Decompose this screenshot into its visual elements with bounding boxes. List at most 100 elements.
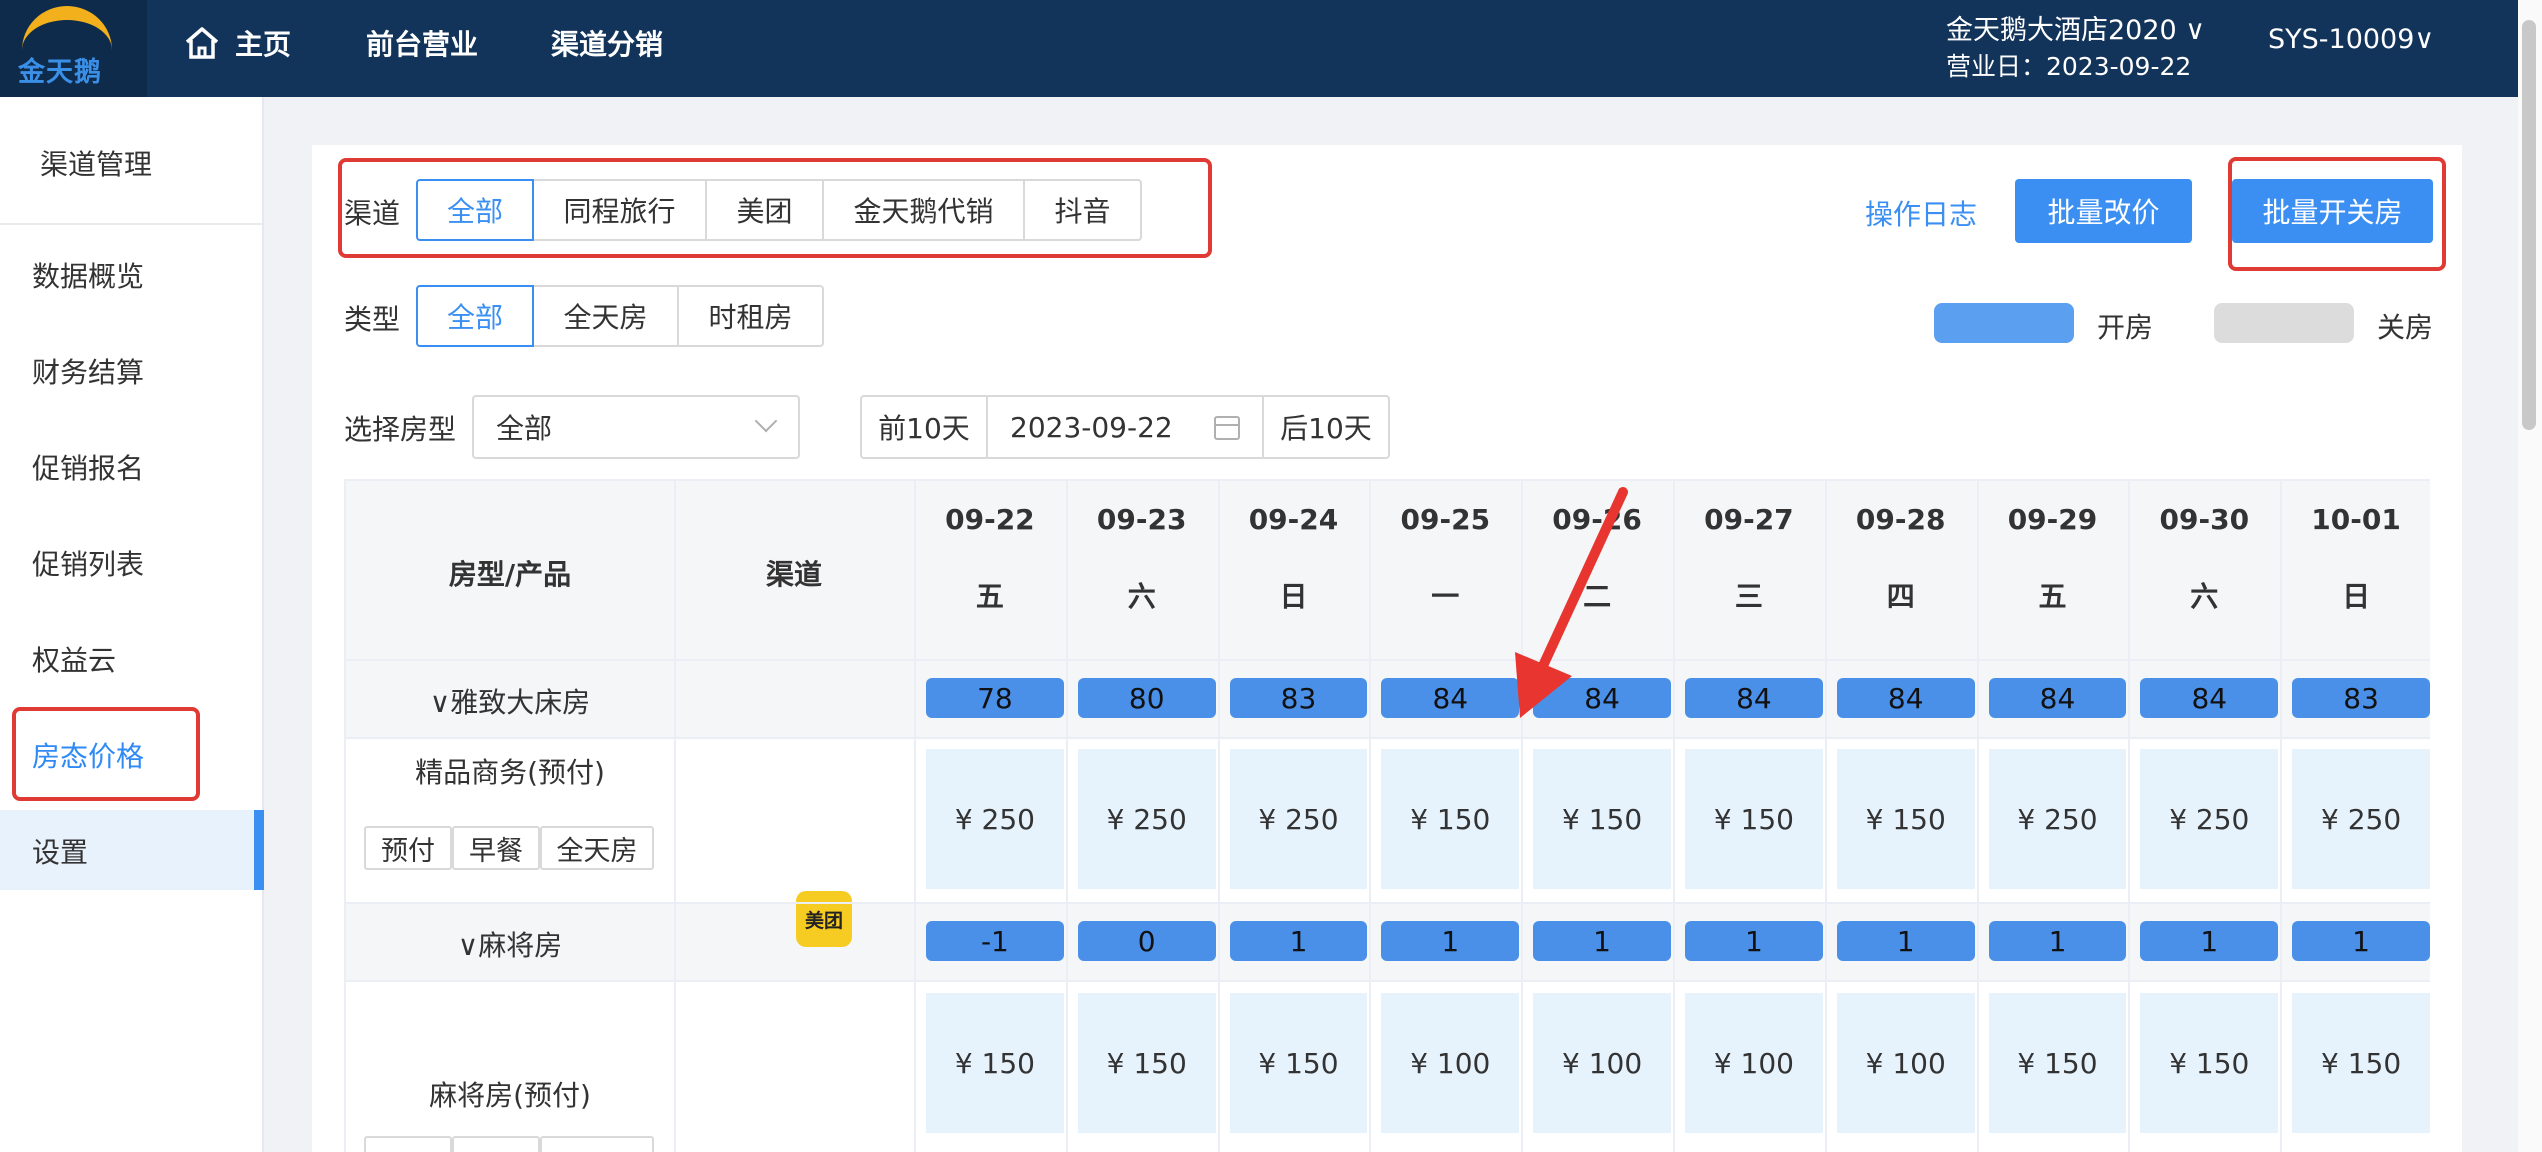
sidebar-item-finance[interactable]: 财务结算	[32, 351, 144, 391]
price-cell[interactable]: ¥ 250	[926, 749, 1064, 889]
date-picker[interactable]: 2023-09-22	[986, 395, 1264, 459]
legend-open-label: 开房	[2097, 311, 2154, 344]
scrollbar-thumb[interactable]	[2522, 20, 2536, 430]
table-grid-line	[346, 902, 2430, 904]
type-option-hourly[interactable]: 时租房	[677, 285, 824, 347]
inventory-pill[interactable]: 1	[1229, 921, 1368, 961]
user-menu[interactable]: SYS-10009∨	[2268, 24, 2434, 55]
inventory-pill[interactable]: 1	[1533, 921, 1671, 961]
header-date: 09-28	[1855, 503, 1946, 536]
sidebar-item-settings[interactable]: 设置	[32, 831, 88, 871]
page-scrollbar[interactable]	[2518, 0, 2542, 1152]
tongcheng-logo: 同程旅行	[686, 1142, 892, 1152]
sidebar-item-promo-list[interactable]: 促销列表	[32, 543, 144, 583]
price-cell[interactable]: ¥ 100	[1381, 993, 1520, 1133]
room-type-select[interactable]: 全部	[472, 395, 800, 459]
brand-name: 金天鹅	[18, 57, 102, 88]
price-cell[interactable]: ¥ 100	[1685, 993, 1823, 1133]
channel-option-meituan[interactable]: 美团	[705, 179, 824, 241]
header-channel: 渠道	[765, 558, 822, 591]
inventory-pill[interactable]: 1	[1685, 921, 1823, 961]
room-group-mahjong[interactable]: ∨麻将房	[346, 924, 674, 964]
header-date: 09-25	[1400, 503, 1491, 536]
price-cell[interactable]: ¥ 150	[1533, 749, 1671, 889]
price-cell[interactable]: ¥ 250	[1229, 749, 1368, 889]
header-weekday: 五	[2038, 580, 2067, 613]
inventory-pill[interactable]: 1	[2140, 921, 2279, 961]
sidebar-item-room-status-price[interactable]: 房态价格	[32, 735, 144, 775]
sidebar-item-overview[interactable]: 数据概览	[32, 255, 144, 295]
price-cell[interactable]: ¥ 100	[1836, 993, 1975, 1133]
type-filter: 全部 全天房 时租房	[416, 285, 824, 347]
product-tag: 全天房	[540, 826, 654, 870]
nav-home[interactable]: 主页	[183, 22, 291, 64]
price-cell[interactable]: ¥ 250	[1077, 749, 1216, 889]
inventory-pill[interactable]: 84	[1836, 678, 1975, 718]
inventory-pill[interactable]: 1	[1381, 921, 1520, 961]
inventory-pill[interactable]: 84	[2140, 678, 2279, 718]
header-date: 09-23	[1096, 503, 1187, 536]
type-option-all[interactable]: 全部	[416, 285, 534, 347]
header-weekday: 六	[2190, 580, 2219, 613]
operation-log-link[interactable]: 操作日志	[1865, 193, 1977, 233]
nav-channel[interactable]: 渠道分销	[551, 22, 663, 64]
header-date: 10-01	[2311, 503, 2401, 536]
inventory-pill[interactable]: 84	[1381, 678, 1520, 718]
inventory-pill[interactable]: 80	[1077, 678, 1216, 718]
price-cell[interactable]: ¥ 150	[2140, 993, 2279, 1133]
brand-logo[interactable]: 金天鹅	[0, 0, 147, 97]
inventory-pill[interactable]: 1	[2292, 921, 2430, 961]
room-group-yazhi[interactable]: ∨雅致大床房	[346, 681, 674, 721]
price-cell[interactable]: ¥ 150	[1988, 993, 2127, 1133]
hotel-selector[interactable]: 金天鹅大酒店2020 ∨	[1946, 8, 2205, 47]
header-weekday: 三	[1734, 580, 1763, 613]
price-cell[interactable]: ¥ 150	[1229, 993, 1368, 1133]
price-cell[interactable]: ¥ 150	[1381, 749, 1520, 889]
legend-closed-label: 关房	[2377, 311, 2434, 344]
price-cell[interactable]: ¥ 150	[926, 993, 1064, 1133]
next-10-days-button[interactable]: 后10天	[1262, 395, 1390, 459]
inventory-pill[interactable]: 0	[1077, 921, 1216, 961]
header-weekday: 六	[1127, 580, 1156, 613]
header-date: 09-22	[945, 503, 1035, 536]
inventory-pill[interactable]: 84	[1988, 678, 2127, 718]
inventory-pill[interactable]: 78	[926, 678, 1064, 718]
home-icon	[185, 27, 219, 59]
channel-option-all[interactable]: 全部	[416, 179, 534, 241]
price-cell[interactable]: ¥ 250	[1988, 749, 2127, 889]
price-cell[interactable]: ¥ 150	[1077, 993, 1216, 1133]
channel-label: 渠道	[344, 197, 401, 230]
inventory-pill[interactable]: -1	[926, 921, 1064, 961]
price-cell[interactable]: ¥ 150	[2292, 993, 2430, 1133]
price-cell[interactable]: ¥ 250	[2140, 749, 2279, 889]
inventory-pill[interactable]: 1	[1988, 921, 2127, 961]
price-cell[interactable]: ¥ 150	[1685, 749, 1823, 889]
sidebar-item-promo-signup[interactable]: 促销报名	[32, 447, 144, 487]
legend-open-swatch	[1934, 303, 2074, 343]
prev-10-days-button[interactable]: 前10天	[860, 395, 988, 459]
header-date: 09-29	[2007, 503, 2098, 536]
batch-price-button[interactable]: 批量改价	[2015, 179, 2192, 243]
nav-home-label: 主页	[235, 28, 292, 61]
channel-option-tongcheng[interactable]: 同程旅行	[532, 179, 707, 241]
batch-open-close-button[interactable]: 批量开关房	[2232, 179, 2433, 243]
inventory-pill[interactable]: 84	[1533, 678, 1671, 718]
channel-option-jintiane[interactable]: 金天鹅代销	[822, 179, 1025, 241]
inventory-pill[interactable]: 83	[2292, 678, 2430, 718]
inventory-pill[interactable]: 1	[1836, 921, 1975, 961]
header-date: 09-24	[1248, 503, 1339, 536]
type-option-full-day[interactable]: 全天房	[532, 285, 679, 347]
table-grid-line	[346, 659, 2430, 661]
price-cell[interactable]: ¥ 250	[2292, 749, 2430, 889]
price-cell[interactable]: ¥ 150	[1836, 749, 1975, 889]
channel-option-douyin[interactable]: 抖音	[1023, 179, 1142, 241]
inventory-pill[interactable]: 84	[1685, 678, 1823, 718]
channel-filter: 全部 同程旅行 美团 金天鹅代销 抖音	[416, 179, 1142, 241]
product-tag	[452, 1136, 540, 1152]
price-cell[interactable]: ¥ 100	[1533, 993, 1671, 1133]
inventory-pill[interactable]: 83	[1229, 678, 1368, 718]
nav-front-desk[interactable]: 前台营业	[366, 22, 478, 64]
sidebar-item-benefits-cloud[interactable]: 权益云	[32, 639, 116, 679]
room-price-table: 房型/产品 渠道 ∨雅致大床房 精品商务(预付) 预付 早餐 全天房 美团 ∨麻…	[344, 479, 2430, 1152]
table-grid-line	[674, 481, 676, 1152]
